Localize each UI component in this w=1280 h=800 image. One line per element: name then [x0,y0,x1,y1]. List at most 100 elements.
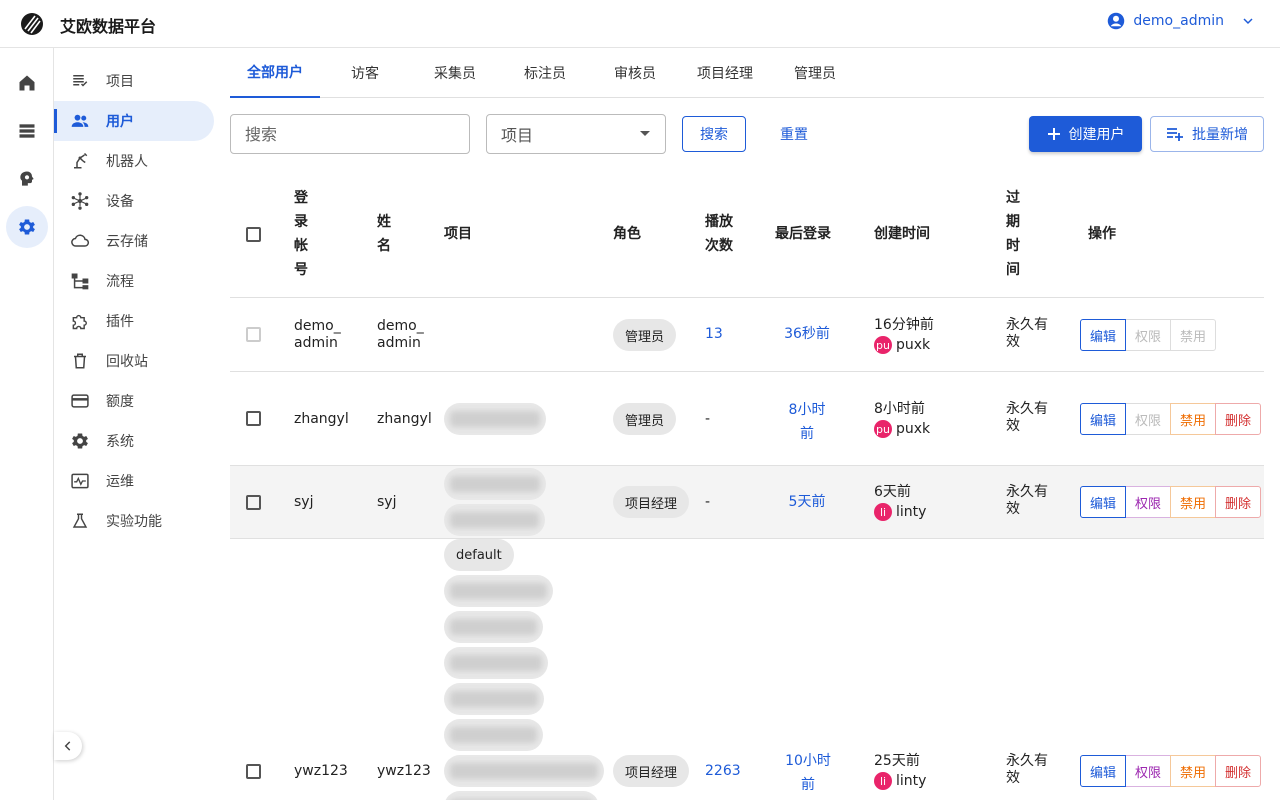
role-chip: 管理员 [613,403,677,435]
header-name: 姓 名 [377,214,391,254]
role-chip: 项目经理 [613,486,690,518]
sidebar-item-robots[interactable]: 机器人 [54,141,214,181]
sidebar-collapse-button[interactable] [54,732,82,760]
create-user-button[interactable]: 创建用户 [1029,116,1142,152]
creator-avatar: li [874,503,892,521]
edit-button[interactable]: 编辑 [1080,403,1126,435]
user-role-tabs: 全部用户 访客 采集员 标注员 审核员 项目经理 管理员 [230,48,1264,98]
tab-all-users[interactable]: 全部用户 [230,48,320,98]
expiry: 永久有 效 [1006,753,1048,786]
edit-button[interactable]: 编辑 [1080,319,1126,351]
sidebar: 项目 用户 机器人 设备 云存储 流程 插件 回收站 额度 系统 运维 实验功能 [54,48,222,800]
creator: pu puxk [874,420,930,438]
header-last-login: 最后登录 [775,226,831,242]
tab-admins[interactable]: 管理员 [770,48,860,98]
last-login-link[interactable]: 8小时 前 [775,398,839,446]
last-login-link[interactable]: 10小时 前 [775,749,841,797]
sidebar-item-flow[interactable]: 流程 [54,261,214,301]
account-circle-icon [1108,12,1125,30]
disable-button[interactable]: 禁用 [1170,486,1216,518]
disable-button[interactable]: 禁用 [1170,403,1216,435]
row-checkbox[interactable] [246,327,261,342]
table-row: syj syj 项目经理 - 5天前 6天前 li linty 永久有 效 编辑 … [230,466,1264,539]
home-icon [19,75,35,91]
table-header: 登 录 帐 号 姓 名 项目 角色 播放 次数 最后登录 创建时间 过 期 时 … [230,170,1264,298]
user-name: ywz123 [377,763,431,779]
last-login-link[interactable]: 36秒前 [775,326,839,343]
search-input[interactable] [230,114,470,154]
role-chip: 项目经理 [613,755,690,787]
select-all-checkbox[interactable] [246,227,261,242]
created-time: 6天前 [874,484,911,500]
permission-button[interactable]: 权限 [1125,403,1171,435]
rail-settings[interactable] [6,206,48,248]
play-count-link[interactable]: 13 [705,326,723,343]
edit-button[interactable]: 编辑 [1080,755,1126,787]
project-chip-redacted [444,791,599,800]
credit-card-icon [70,391,90,411]
header-role: 角色 [613,226,641,242]
flow-icon [70,271,90,291]
reset-button[interactable]: 重置 [762,116,826,152]
users-table: 登 录 帐 号 姓 名 项目 角色 播放 次数 最后登录 创建时间 过 期 时 … [230,170,1264,800]
list-icon [70,71,90,91]
top-bar: 艾欧数据平台 demo_admin [0,0,1280,48]
edit-button[interactable]: 编辑 [1080,486,1126,518]
last-login-link[interactable]: 5天前 [775,494,839,511]
sidebar-item-label: 云存储 [106,234,148,250]
sidebar-item-label: 系统 [106,434,134,450]
delete-button[interactable]: 删除 [1215,403,1261,435]
disable-button[interactable]: 禁用 [1170,755,1216,787]
permission-button[interactable]: 权限 [1125,319,1171,351]
permission-button[interactable]: 权限 [1125,486,1171,518]
rail-ai[interactable] [6,158,48,200]
sidebar-item-label: 运维 [106,474,134,490]
project-select[interactable]: 项目 [486,114,666,154]
sidebar-item-devices[interactable]: 设备 [54,181,214,221]
create-user-label: 创建用户 [1068,127,1125,143]
account: zhangyl [294,411,349,427]
bulk-add-button[interactable]: 批量新增 [1150,116,1264,152]
tab-annotators[interactable]: 标注员 [500,48,590,98]
app-title: 艾欧数据平台 [60,17,157,36]
tab-reviewers[interactable]: 审核员 [590,48,680,98]
header-actions: 操作 [1088,226,1116,242]
sidebar-item-projects[interactable]: 项目 [54,61,214,101]
tab-visitors[interactable]: 访客 [320,48,410,98]
delete-button[interactable]: 删除 [1215,486,1261,518]
sidebar-item-users[interactable]: 用户 [54,101,214,141]
header-expiry: 过 期 时 间 [1006,190,1020,278]
flask-icon [70,511,90,531]
user-name: zhangyl [377,411,432,427]
search-button[interactable]: 搜索 [682,116,746,152]
play-count-link[interactable]: 2263 [705,763,741,780]
permission-button[interactable]: 权限 [1125,755,1171,787]
sidebar-item-quota[interactable]: 额度 [54,381,214,421]
row-checkbox[interactable] [246,411,261,426]
project-chip-redacted [444,403,546,435]
header-created: 创建时间 [874,226,930,242]
caret-down-icon [640,131,650,136]
tab-project-managers[interactable]: 项目经理 [680,48,770,98]
sidebar-item-system[interactable]: 系统 [54,421,214,461]
sidebar-item-recycle-bin[interactable]: 回收站 [54,341,214,381]
brain-head-icon [20,171,34,186]
table-row: zhangyl zhangyl 管理员 - 8小时 前 8小时前 pu puxk … [230,372,1264,466]
disable-button[interactable]: 禁用 [1170,319,1216,351]
user-menu[interactable]: demo_admin [1107,12,1256,30]
creator: li linty [874,772,926,790]
creator-avatar: pu [874,336,892,354]
header-account: 登 录 帐 号 [294,190,308,278]
row-checkbox[interactable] [246,764,261,779]
account: syj [294,494,314,510]
delete-button[interactable]: 删除 [1215,755,1261,787]
sidebar-item-ops[interactable]: 运维 [54,461,214,501]
expiry: 永久有 效 [1006,484,1048,517]
rail-storage[interactable] [6,110,48,152]
tab-collectors[interactable]: 采集员 [410,48,500,98]
sidebar-item-plugins[interactable]: 插件 [54,301,214,341]
row-checkbox[interactable] [246,495,261,510]
sidebar-item-cloud-storage[interactable]: 云存储 [54,221,214,261]
rail-home[interactable] [6,62,48,104]
sidebar-item-experimental[interactable]: 实验功能 [54,501,214,541]
